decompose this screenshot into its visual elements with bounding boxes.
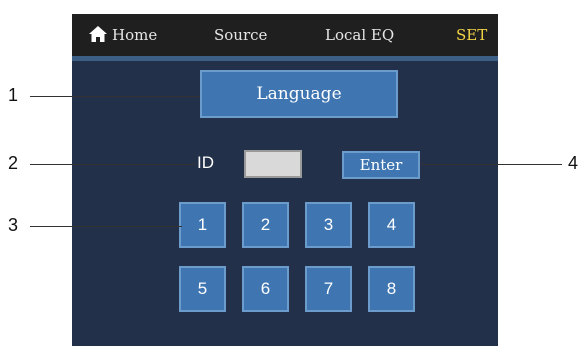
callout-line-1 [30,96,200,97]
callout-number-2: 2 [8,153,19,173]
keypad-key-8[interactable]: 8 [368,266,415,312]
callout-number-1: 1 [8,85,19,105]
callout-line-3 [30,226,182,227]
top-nav-bar: Home Source Local EQ SET [72,14,498,61]
callout-number-3: 3 [8,215,19,235]
tab-local-eq[interactable]: Local EQ [325,14,394,56]
home-icon [89,26,107,42]
language-button[interactable]: Language [200,70,398,118]
device-screen: Home Source Local EQ SET Language ID Ent… [72,14,498,346]
keypad-key-3[interactable]: 3 [305,202,352,248]
tab-home-label: Home [112,26,158,44]
keypad-key-5[interactable]: 5 [179,266,226,312]
keypad-key-6[interactable]: 6 [242,266,289,312]
tab-source[interactable]: Source [214,14,267,56]
keypad-key-2[interactable]: 2 [242,202,289,248]
tab-home[interactable]: Home [88,14,157,56]
id-label: ID [197,153,214,172]
tab-set[interactable]: SET [456,14,487,56]
keypad-key-1[interactable]: 1 [179,202,226,248]
callout-line-2 [30,164,196,165]
keypad-key-4[interactable]: 4 [368,202,415,248]
enter-button[interactable]: Enter [342,151,420,179]
keypad-key-7[interactable]: 7 [305,266,352,312]
id-field[interactable] [244,150,302,178]
callout-number-4: 4 [568,153,579,173]
callout-line-4 [420,164,562,165]
